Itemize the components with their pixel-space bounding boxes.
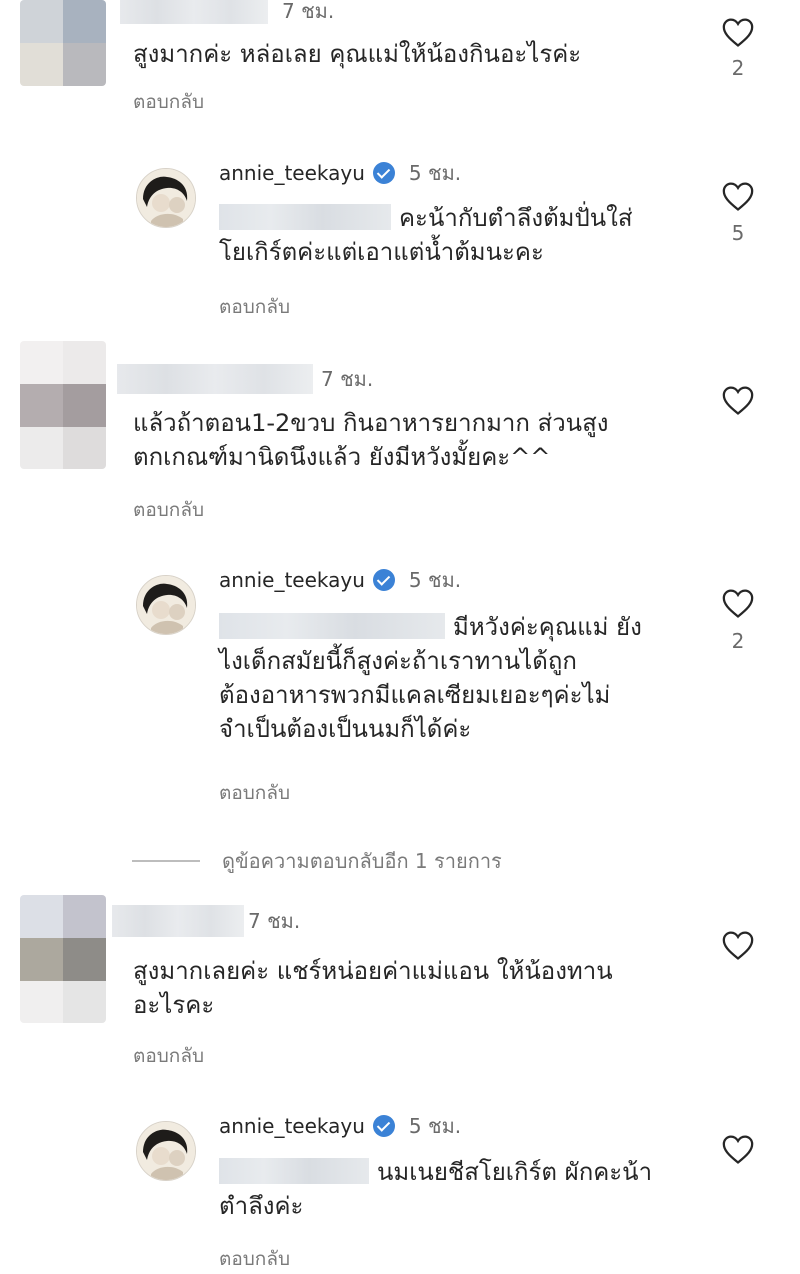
username[interactable]: annie_teekayu [219, 161, 365, 185]
username[interactable]: annie_teekayu [219, 1114, 365, 1138]
comment-time: 7 ชม. [321, 367, 374, 391]
reply-meta: annie_teekayu 5 ชม. [219, 158, 461, 188]
comment-meta: 7 ชม. [120, 0, 334, 26]
heart-outline-icon[interactable] [721, 929, 755, 961]
heart-outline-icon[interactable] [721, 180, 755, 212]
like-count: 5 [731, 221, 745, 245]
reply-button[interactable]: ตอบกลับ [219, 778, 290, 808]
comment-time: 7 ชม. [282, 0, 335, 23]
heart-outline-icon[interactable] [721, 16, 755, 48]
comment-time: 5 ชม. [408, 161, 462, 185]
verified-badge-icon [372, 1115, 395, 1137]
verified-badge-icon [372, 569, 395, 591]
blurred-mention[interactable] [219, 204, 391, 230]
annie-avatar[interactable] [136, 575, 196, 635]
annie-avatar[interactable] [136, 1121, 196, 1181]
like-count: 2 [731, 56, 745, 80]
commenter-avatar-blurred[interactable] [20, 895, 106, 1023]
view-more-replies[interactable]: ดูข้อความตอบกลับอีก 1 รายการ [132, 845, 502, 877]
view-more-label: ดูข้อความตอบกลับอีก 1 รายการ [222, 849, 502, 873]
commenter-avatar-blurred[interactable] [20, 341, 106, 469]
comment-text: แล้วถ้าตอน1-2ขวบ กินอาหารยากมาก ส่วนสูง … [133, 409, 609, 471]
comment-text: สูงมากเลยค่ะ แชร์หน่อยค่าแม่แอน ให้น้องท… [133, 957, 613, 1019]
blurred-username[interactable] [112, 905, 244, 937]
blurred-username[interactable] [120, 0, 268, 24]
like-count: 2 [731, 629, 745, 653]
commenter-avatar-blurred[interactable] [20, 0, 106, 86]
heart-outline-icon[interactable] [721, 384, 755, 416]
comment-time: 5 ชม. [408, 1114, 462, 1138]
comment-time: 5 ชม. [408, 568, 462, 592]
reply-button[interactable]: ตอบกลับ [133, 87, 204, 117]
blurred-username[interactable] [117, 364, 313, 394]
reply-button[interactable]: ตอบกลับ [219, 292, 290, 322]
username[interactable]: annie_teekayu [219, 568, 365, 592]
reply-text: นมเนยชีสโยเกิร์ต ผักคะน้า ตำลึงค่ะ [219, 1158, 653, 1220]
reply-text: มีหวังค่ะคุณแม่ ยัง ไงเด็กสมัยนี้ก็สูงค่… [219, 613, 642, 743]
annie-avatar[interactable] [136, 168, 196, 228]
comment-time: 7 ชม. [248, 909, 301, 933]
heart-outline-icon[interactable] [721, 587, 755, 619]
reply-button[interactable]: ตอบกลับ [133, 1041, 204, 1071]
comment-text: สูงมากค่ะ หล่อเลย คุณแม่ให้น้องกินอะไรค่… [133, 40, 582, 68]
heart-outline-icon[interactable] [721, 1133, 755, 1165]
comment-meta: 7 ชม. [117, 364, 373, 394]
reply-button[interactable]: ตอบกลับ [219, 1244, 290, 1274]
divider-line [132, 860, 200, 862]
blurred-mention[interactable] [219, 613, 445, 639]
reply-button[interactable]: ตอบกลับ [133, 495, 204, 525]
verified-badge-icon [372, 162, 395, 184]
reply-text: คะน้ากับตำลึงต้มปั่นใส่ โยเกิร์ตค่ะแต่เอ… [219, 204, 633, 266]
reply-meta: annie_teekayu 5 ชม. [219, 1111, 461, 1141]
blurred-mention[interactable] [219, 1158, 369, 1184]
comment-meta: 7 ชม. [112, 905, 301, 937]
reply-meta: annie_teekayu 5 ชม. [219, 565, 461, 595]
